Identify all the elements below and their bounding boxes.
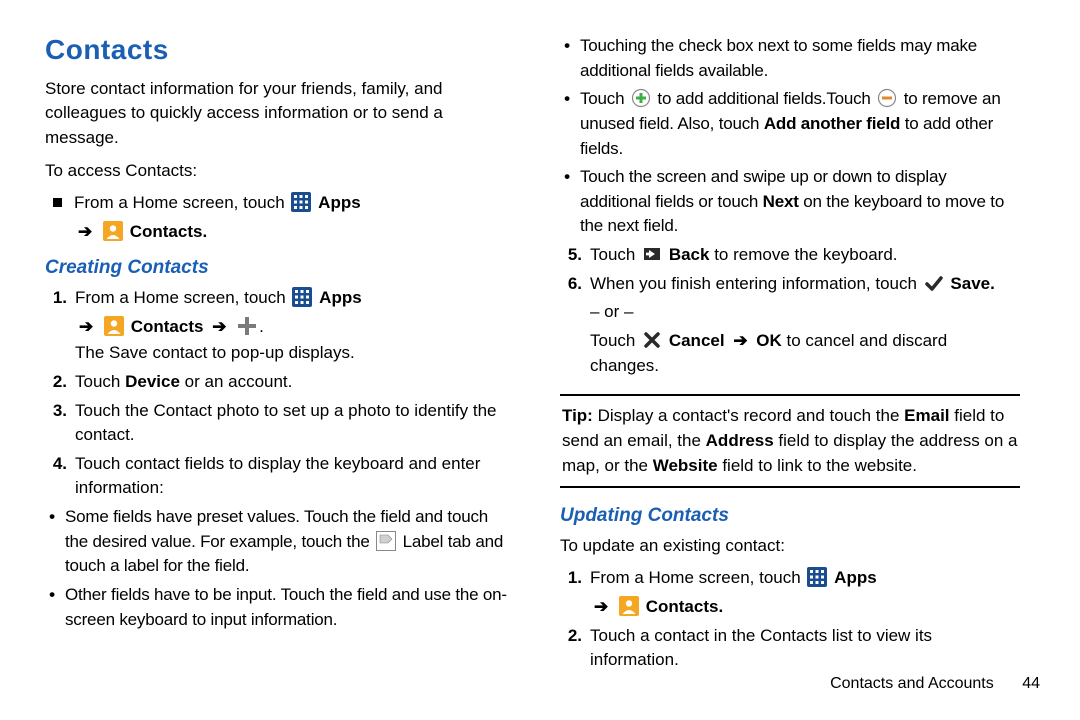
text: Other fields have to be input. Touch the… [65,583,515,632]
access-step: From a Home screen, touch Apps ➔ Contact… [45,191,515,244]
step-number: 2. [560,624,582,649]
text: From a Home screen, touch [75,288,286,307]
back-label: Back [669,245,710,264]
label-tab-icon [376,531,396,551]
create-step-2: 2. Touch Device or an account. [45,370,515,395]
text: The Save contact to pop-up displays. [75,341,515,366]
page-footer: Contacts and Accounts 44 [0,675,1080,693]
add-icon [631,88,651,108]
square-bullet-icon [53,198,62,207]
contacts-label: Contacts. [130,222,207,241]
text: Display a contact's record and touch the [593,406,904,425]
address-label: Address [706,431,774,450]
step-number: 6. [560,272,582,297]
arrow-icon: ➔ [733,331,747,350]
intro-text: Store contact information for your frien… [45,77,515,151]
update-step-2: 2. Touch a contact in the Contacts list … [560,624,1020,673]
ok-label: OK [756,331,782,350]
check-icon [924,273,944,293]
step-number: 3. [45,399,67,424]
step-number: 1. [560,566,582,591]
step-number: 4. [45,452,67,477]
access-label: To access Contacts: [45,159,515,184]
create-step-3: 3. Touch the Contact photo to set up a p… [45,399,515,448]
sub-bullet-4: • Touch to add additional fields.Touch t… [560,87,1020,161]
step-number: 5. [560,243,582,268]
sub-bullet-3: • Touching the check box next to some fi… [560,34,1020,83]
tip-box: Tip: Display a contact's record and touc… [560,394,1020,488]
website-label: Website [653,456,718,475]
arrow-icon: ➔ [79,317,93,336]
bullet-icon: • [45,583,59,608]
contacts-label: Contacts. [646,597,723,616]
text: From a Home screen, touch [590,568,801,587]
contacts-icon [103,221,123,241]
sub-bullet-2: • Other fields have to be input. Touch t… [45,583,515,632]
create-step-6: 6. When you finish entering information,… [560,272,1020,379]
text: or an account. [180,372,292,391]
arrow-icon: ➔ [212,317,226,336]
contacts-label: Contacts [131,317,204,336]
creating-heading: Creating Contacts [45,254,515,282]
or-text: – or – [590,300,1020,325]
updating-intro: To update an existing contact: [560,534,1020,559]
text: to remove the keyboard. [709,245,897,264]
create-step-4: 4. Touch contact fields to display the k… [45,452,515,501]
text: Touch [580,89,629,108]
text: Touch the Contact photo to set up a phot… [75,399,515,448]
apps-label: Apps [834,568,877,587]
sub-bullet-1: • Some fields have preset values. Touch … [45,505,515,579]
apps-label: Apps [318,193,361,212]
remove-icon [877,88,897,108]
text: Touch contact fields to display the keyb… [75,452,515,501]
step-number: 1. [45,286,67,311]
add-another-field-label: Add another field [764,114,900,133]
page-title: Contacts [45,30,515,71]
text: to add additional fields.Touch [657,89,875,108]
cancel-label: Cancel [669,331,725,350]
next-label: Next [763,192,799,211]
footer-section: Contacts and Accounts [830,675,994,692]
apps-icon [291,192,311,212]
apps-icon [807,567,827,587]
text: Touch a contact in the Contacts list to … [590,624,1020,673]
bullet-icon: • [560,34,574,59]
update-step-1: 1. From a Home screen, touch Apps ➔ Cont… [560,566,1020,619]
back-icon [642,244,662,264]
sub-bullet-5: • Touch the screen and swipe up or down … [560,165,1020,239]
text: From a Home screen, touch [74,193,285,212]
apps-icon [292,287,312,307]
save-label: Save. [950,274,994,293]
text: Touch [75,372,125,391]
text: When you finish entering information, to… [590,274,922,293]
updating-heading: Updating Contacts [560,502,1020,530]
create-step-1: 1. From a Home screen, touch Apps ➔ Cont… [45,286,515,366]
email-label: Email [904,406,949,425]
text: Touch [590,331,640,350]
bullet-icon: • [560,87,574,112]
contacts-icon [104,316,124,336]
apps-label: Apps [319,288,362,307]
bullet-icon: • [560,165,574,190]
plus-icon [237,316,257,336]
text: field to link to the website. [718,456,917,475]
create-step-5: 5. Touch Back to remove the keyboard. [560,243,1020,268]
cancel-icon [642,330,662,350]
step-number: 2. [45,370,67,395]
arrow-icon: ➔ [594,597,608,616]
contacts-icon [619,596,639,616]
arrow-icon: ➔ [78,222,92,241]
text: Touch [590,245,640,264]
bullet-icon: • [45,505,59,530]
device-label: Device [125,372,180,391]
text: Touching the check box next to some fiel… [580,34,1020,83]
tip-label: Tip: [562,406,593,425]
footer-page-number: 44 [1022,675,1040,692]
